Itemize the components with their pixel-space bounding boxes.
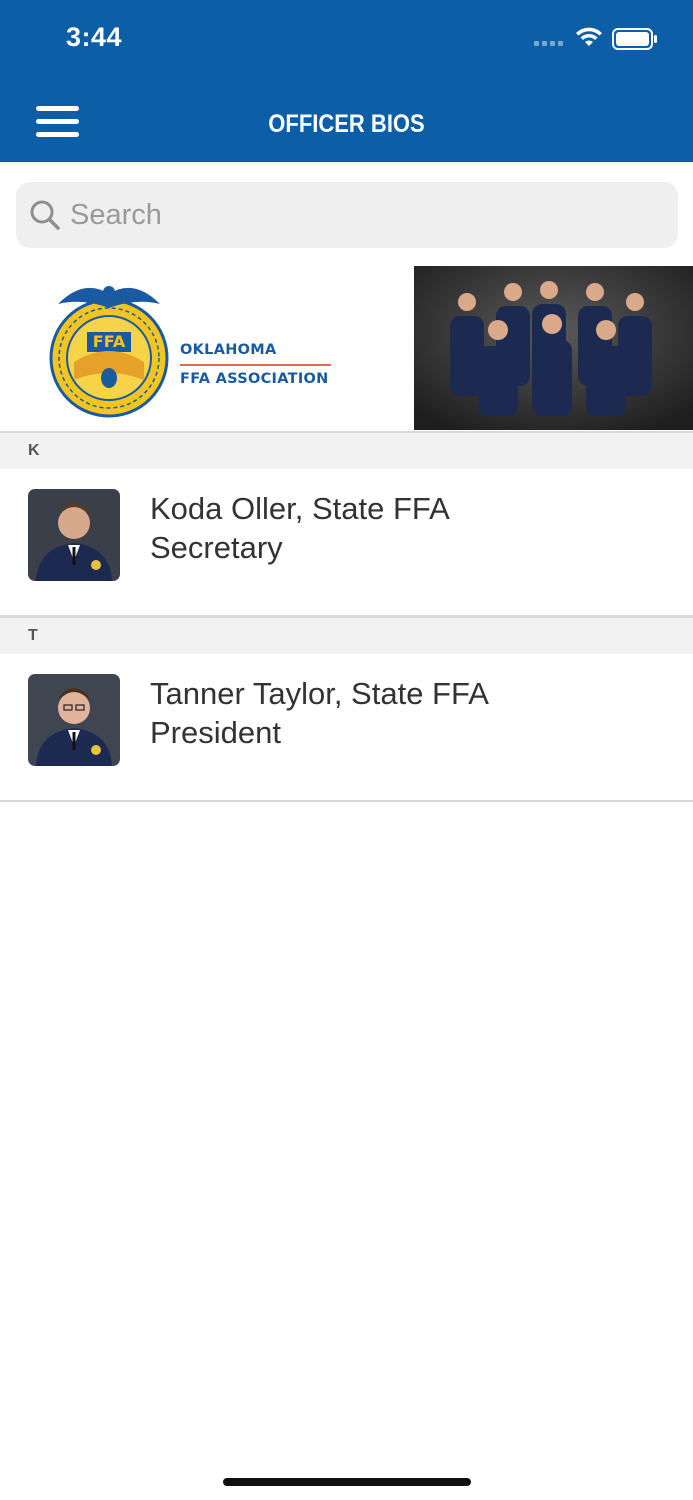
- avatar: [28, 489, 120, 581]
- list-item-koda-oller[interactable]: Koda Oller, State FFA Secretary: [0, 469, 693, 617]
- signal-icon: [534, 41, 563, 46]
- org-name-line1: OKLAHOMA: [180, 342, 277, 358]
- avatar: [28, 674, 120, 766]
- list-item-tanner-taylor[interactable]: Tanner Taylor, State FFA President: [0, 654, 693, 802]
- search-bar[interactable]: [16, 182, 678, 248]
- home-indicator[interactable]: [223, 1478, 471, 1486]
- app-header: 3:44 OFFICER BIOS: [0, 0, 693, 162]
- page-title: OFFICER BIOS: [268, 110, 425, 138]
- wifi-icon: [576, 27, 602, 46]
- ffa-emblem-logo: FFA: [49, 286, 169, 418]
- search-input[interactable]: [70, 182, 660, 248]
- banner: FFA OKLAHOMA FFA ASSOCIATION: [0, 266, 693, 431]
- section-letter: K: [28, 442, 40, 459]
- search-icon: [30, 200, 60, 230]
- battery-icon: [612, 28, 657, 50]
- section-header-t: T: [0, 616, 693, 656]
- org-name-line2: FFA ASSOCIATION: [180, 371, 329, 387]
- officer-name: Koda Oller, State FFA Secretary: [150, 491, 449, 565]
- section-letter: T: [28, 627, 38, 644]
- officer-name: Tanner Taylor, State FFA President: [150, 676, 488, 750]
- section-header-k: K: [0, 431, 693, 471]
- officer-group-photo: [414, 266, 693, 430]
- org-divider: [180, 364, 331, 366]
- status-time: 3:44: [66, 22, 123, 52]
- svg-text:FFA: FFA: [93, 332, 126, 351]
